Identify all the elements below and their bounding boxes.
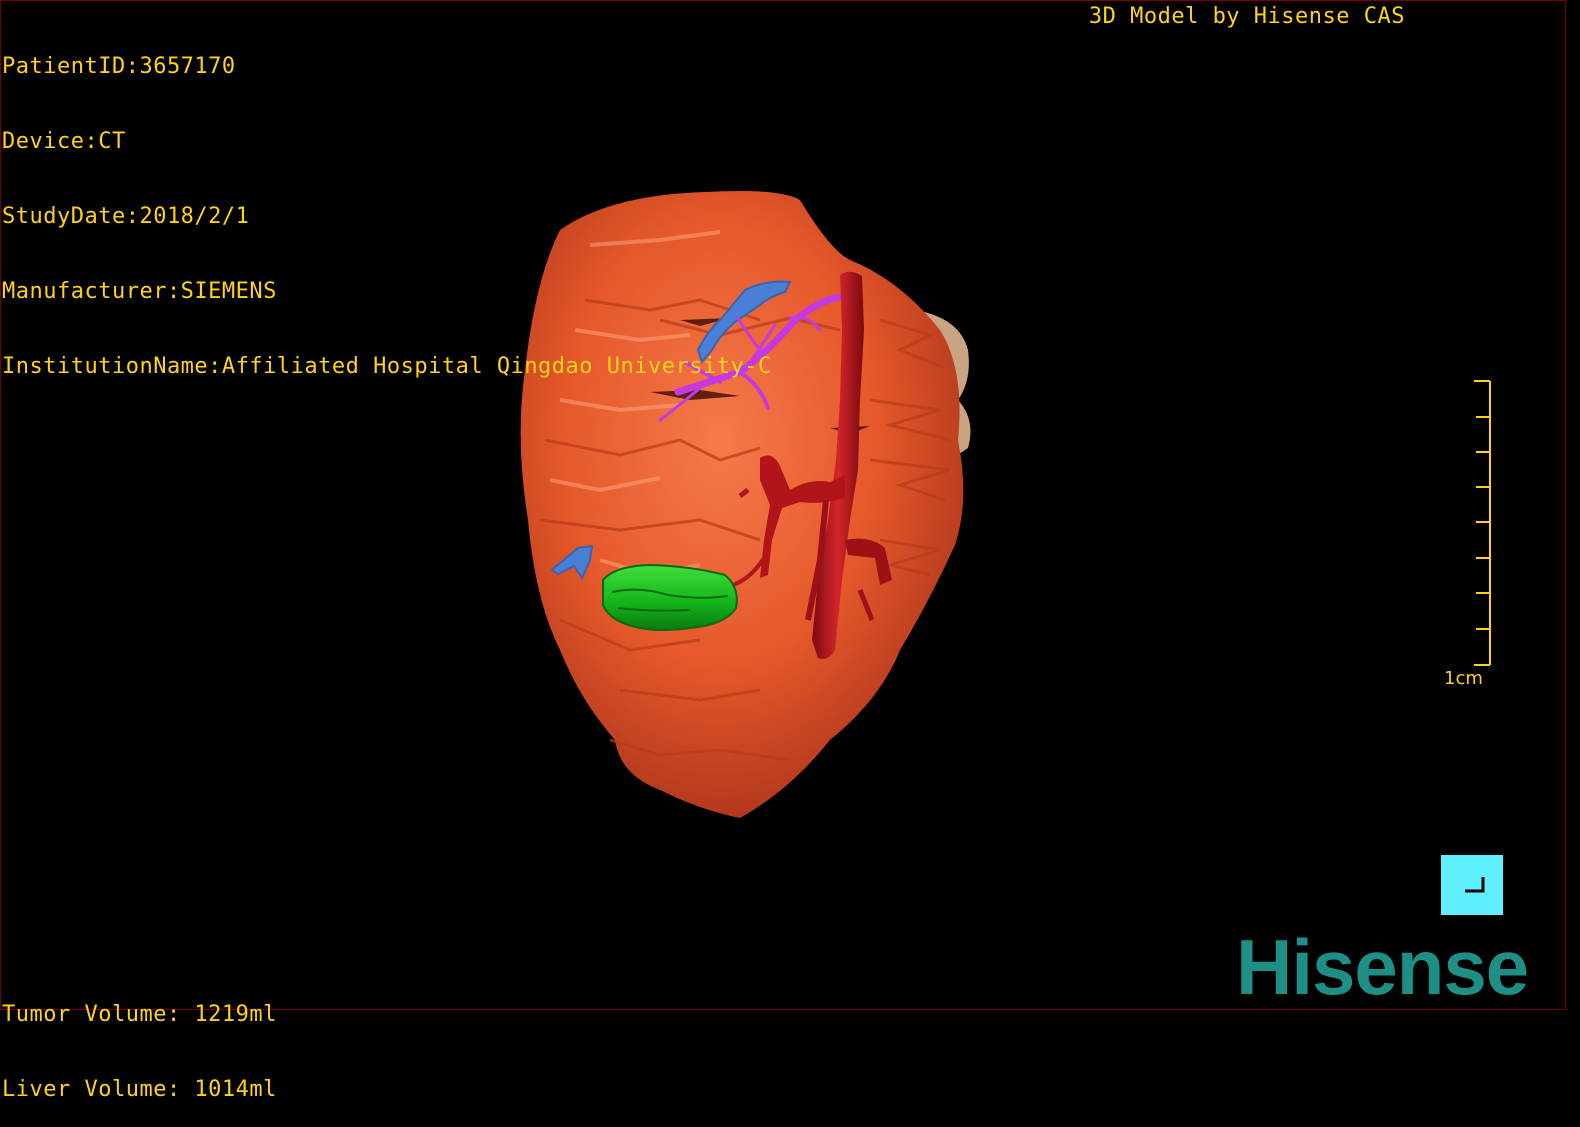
device: Device:CT [2, 129, 126, 154]
model-credit: 3D Model by Hisense CAS [1088, 4, 1405, 29]
manufacturer: Manufacturer:SIEMENS [2, 279, 277, 304]
institution-name: InstitutionName:Affiliated Hospital Qing… [2, 354, 772, 379]
volume-info-overlay: Tumor Volume: 1219ml Liver Volume: 1014m… [2, 952, 277, 1127]
tumor-volume: Tumor Volume: 1219ml [2, 1002, 277, 1027]
scale-bar [1474, 380, 1491, 666]
corner-icon [1465, 877, 1485, 893]
corner-button[interactable] [1441, 855, 1503, 915]
scale-bar-label: 1cm [1444, 668, 1483, 689]
tumor-model [602, 563, 738, 631]
study-date: StudyDate:2018/2/1 [2, 204, 250, 229]
patient-info-overlay: PatientID:3657170 Device:CT StudyDate:20… [2, 4, 772, 404]
liver-volume: Liver Volume: 1014ml [2, 1077, 277, 1102]
hisense-logo: Hisense [1236, 923, 1529, 1011]
patient-id: PatientID:3657170 [2, 54, 236, 79]
